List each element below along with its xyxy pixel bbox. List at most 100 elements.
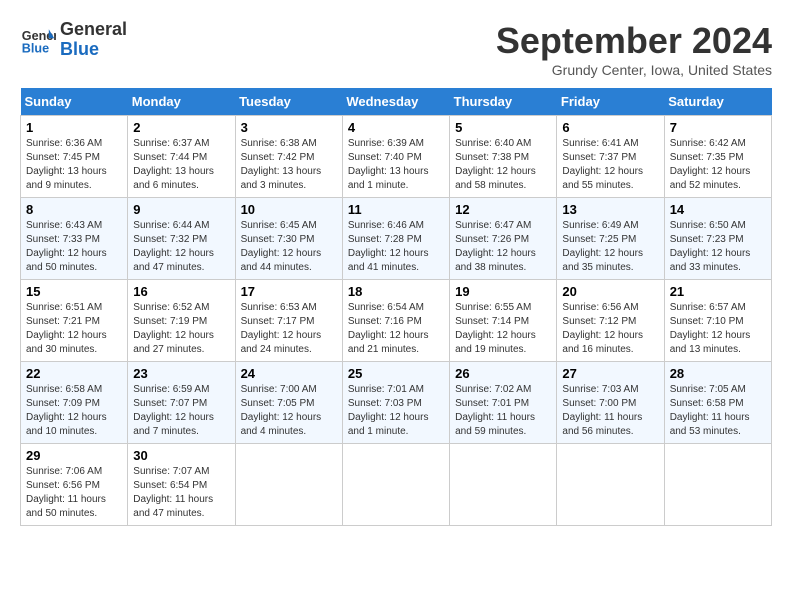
daylight-label: Daylight: 12 hours and 21 minutes. bbox=[348, 330, 429, 355]
page-header: General Blue General Blue September 2024… bbox=[20, 20, 772, 78]
day-info: Sunrise: 6:42 AM Sunset: 7:35 PM Dayligh… bbox=[670, 137, 766, 193]
sunset-label: Sunset: 7:40 PM bbox=[348, 152, 422, 163]
day-number: 14 bbox=[670, 202, 766, 217]
sunrise-label: Sunrise: 6:56 AM bbox=[562, 302, 638, 313]
day-number: 25 bbox=[348, 366, 444, 381]
sunrise-label: Sunrise: 6:47 AM bbox=[455, 220, 531, 231]
sunrise-label: Sunrise: 6:58 AM bbox=[26, 384, 102, 395]
sunset-label: Sunset: 7:03 PM bbox=[348, 398, 422, 409]
calendar-cell: 6 Sunrise: 6:41 AM Sunset: 7:37 PM Dayli… bbox=[557, 116, 664, 198]
sunrise-label: Sunrise: 6:46 AM bbox=[348, 220, 424, 231]
sunset-label: Sunset: 7:01 PM bbox=[455, 398, 529, 409]
calendar-cell bbox=[450, 444, 557, 526]
sunrise-label: Sunrise: 7:02 AM bbox=[455, 384, 531, 395]
weekday-header-row: SundayMondayTuesdayWednesdayThursdayFrid… bbox=[21, 88, 772, 116]
sunset-label: Sunset: 7:12 PM bbox=[562, 316, 636, 327]
sunrise-label: Sunrise: 6:39 AM bbox=[348, 138, 424, 149]
calendar-cell: 3 Sunrise: 6:38 AM Sunset: 7:42 PM Dayli… bbox=[235, 116, 342, 198]
svg-text:Blue: Blue bbox=[22, 41, 49, 55]
sunset-label: Sunset: 7:44 PM bbox=[133, 152, 207, 163]
sunrise-label: Sunrise: 7:03 AM bbox=[562, 384, 638, 395]
day-info: Sunrise: 6:59 AM Sunset: 7:07 PM Dayligh… bbox=[133, 383, 229, 439]
daylight-label: Daylight: 12 hours and 47 minutes. bbox=[133, 248, 214, 273]
sunset-label: Sunset: 7:37 PM bbox=[562, 152, 636, 163]
sunrise-label: Sunrise: 6:40 AM bbox=[455, 138, 531, 149]
daylight-label: Daylight: 13 hours and 6 minutes. bbox=[133, 166, 214, 191]
sunset-label: Sunset: 7:17 PM bbox=[241, 316, 315, 327]
daylight-label: Daylight: 12 hours and 33 minutes. bbox=[670, 248, 751, 273]
day-number: 30 bbox=[133, 448, 229, 463]
sunset-label: Sunset: 6:54 PM bbox=[133, 480, 207, 491]
calendar-cell: 20 Sunrise: 6:56 AM Sunset: 7:12 PM Dayl… bbox=[557, 280, 664, 362]
daylight-label: Daylight: 12 hours and 10 minutes. bbox=[26, 412, 107, 437]
calendar-cell: 22 Sunrise: 6:58 AM Sunset: 7:09 PM Dayl… bbox=[21, 362, 128, 444]
daylight-label: Daylight: 12 hours and 50 minutes. bbox=[26, 248, 107, 273]
calendar-cell: 30 Sunrise: 7:07 AM Sunset: 6:54 PM Dayl… bbox=[128, 444, 235, 526]
day-number: 28 bbox=[670, 366, 766, 381]
day-number: 4 bbox=[348, 120, 444, 135]
sunset-label: Sunset: 7:35 PM bbox=[670, 152, 744, 163]
calendar-cell bbox=[235, 444, 342, 526]
sunset-label: Sunset: 7:16 PM bbox=[348, 316, 422, 327]
calendar-cell: 24 Sunrise: 7:00 AM Sunset: 7:05 PM Dayl… bbox=[235, 362, 342, 444]
calendar-cell: 9 Sunrise: 6:44 AM Sunset: 7:32 PM Dayli… bbox=[128, 198, 235, 280]
day-info: Sunrise: 6:58 AM Sunset: 7:09 PM Dayligh… bbox=[26, 383, 122, 439]
daylight-label: Daylight: 11 hours and 59 minutes. bbox=[455, 412, 535, 437]
calendar-cell: 18 Sunrise: 6:54 AM Sunset: 7:16 PM Dayl… bbox=[342, 280, 449, 362]
day-number: 24 bbox=[241, 366, 337, 381]
daylight-label: Daylight: 13 hours and 1 minute. bbox=[348, 166, 429, 191]
weekday-header: Wednesday bbox=[342, 88, 449, 116]
calendar-cell: 23 Sunrise: 6:59 AM Sunset: 7:07 PM Dayl… bbox=[128, 362, 235, 444]
day-number: 5 bbox=[455, 120, 551, 135]
location: Grundy Center, Iowa, United States bbox=[496, 62, 772, 78]
daylight-label: Daylight: 13 hours and 3 minutes. bbox=[241, 166, 322, 191]
calendar-row: 8 Sunrise: 6:43 AM Sunset: 7:33 PM Dayli… bbox=[21, 198, 772, 280]
sunrise-label: Sunrise: 6:50 AM bbox=[670, 220, 746, 231]
day-info: Sunrise: 6:45 AM Sunset: 7:30 PM Dayligh… bbox=[241, 219, 337, 275]
day-info: Sunrise: 6:44 AM Sunset: 7:32 PM Dayligh… bbox=[133, 219, 229, 275]
day-info: Sunrise: 6:52 AM Sunset: 7:19 PM Dayligh… bbox=[133, 301, 229, 357]
sunrise-label: Sunrise: 6:54 AM bbox=[348, 302, 424, 313]
day-info: Sunrise: 6:49 AM Sunset: 7:25 PM Dayligh… bbox=[562, 219, 658, 275]
sunrise-label: Sunrise: 6:51 AM bbox=[26, 302, 102, 313]
weekday-header: Sunday bbox=[21, 88, 128, 116]
day-info: Sunrise: 6:57 AM Sunset: 7:10 PM Dayligh… bbox=[670, 301, 766, 357]
sunrise-label: Sunrise: 7:05 AM bbox=[670, 384, 746, 395]
sunset-label: Sunset: 7:19 PM bbox=[133, 316, 207, 327]
day-info: Sunrise: 7:02 AM Sunset: 7:01 PM Dayligh… bbox=[455, 383, 551, 439]
day-number: 1 bbox=[26, 120, 122, 135]
sunset-label: Sunset: 6:56 PM bbox=[26, 480, 100, 491]
calendar-cell: 26 Sunrise: 7:02 AM Sunset: 7:01 PM Dayl… bbox=[450, 362, 557, 444]
logo-text: General Blue bbox=[60, 20, 127, 60]
day-info: Sunrise: 6:39 AM Sunset: 7:40 PM Dayligh… bbox=[348, 137, 444, 193]
sunrise-label: Sunrise: 6:45 AM bbox=[241, 220, 317, 231]
daylight-label: Daylight: 12 hours and 30 minutes. bbox=[26, 330, 107, 355]
sunset-label: Sunset: 7:23 PM bbox=[670, 234, 744, 245]
sunrise-label: Sunrise: 7:01 AM bbox=[348, 384, 424, 395]
daylight-label: Daylight: 11 hours and 56 minutes. bbox=[562, 412, 642, 437]
day-info: Sunrise: 7:00 AM Sunset: 7:05 PM Dayligh… bbox=[241, 383, 337, 439]
calendar-cell bbox=[342, 444, 449, 526]
day-number: 27 bbox=[562, 366, 658, 381]
calendar-table: SundayMondayTuesdayWednesdayThursdayFrid… bbox=[20, 88, 772, 526]
daylight-label: Daylight: 13 hours and 9 minutes. bbox=[26, 166, 107, 191]
calendar-cell: 25 Sunrise: 7:01 AM Sunset: 7:03 PM Dayl… bbox=[342, 362, 449, 444]
sunrise-label: Sunrise: 6:41 AM bbox=[562, 138, 638, 149]
sunrise-label: Sunrise: 7:00 AM bbox=[241, 384, 317, 395]
day-info: Sunrise: 7:01 AM Sunset: 7:03 PM Dayligh… bbox=[348, 383, 444, 439]
daylight-label: Daylight: 11 hours and 50 minutes. bbox=[26, 494, 106, 519]
calendar-cell: 28 Sunrise: 7:05 AM Sunset: 6:58 PM Dayl… bbox=[664, 362, 771, 444]
day-info: Sunrise: 6:37 AM Sunset: 7:44 PM Dayligh… bbox=[133, 137, 229, 193]
calendar-row: 29 Sunrise: 7:06 AM Sunset: 6:56 PM Dayl… bbox=[21, 444, 772, 526]
daylight-label: Daylight: 12 hours and 24 minutes. bbox=[241, 330, 322, 355]
sunrise-label: Sunrise: 6:59 AM bbox=[133, 384, 209, 395]
weekday-header: Monday bbox=[128, 88, 235, 116]
calendar-cell: 12 Sunrise: 6:47 AM Sunset: 7:26 PM Dayl… bbox=[450, 198, 557, 280]
sunset-label: Sunset: 7:14 PM bbox=[455, 316, 529, 327]
logo: General Blue General Blue bbox=[20, 20, 127, 60]
sunrise-label: Sunrise: 6:52 AM bbox=[133, 302, 209, 313]
calendar-cell: 14 Sunrise: 6:50 AM Sunset: 7:23 PM Dayl… bbox=[664, 198, 771, 280]
calendar-cell: 11 Sunrise: 6:46 AM Sunset: 7:28 PM Dayl… bbox=[342, 198, 449, 280]
sunrise-label: Sunrise: 6:37 AM bbox=[133, 138, 209, 149]
sunrise-label: Sunrise: 6:43 AM bbox=[26, 220, 102, 231]
